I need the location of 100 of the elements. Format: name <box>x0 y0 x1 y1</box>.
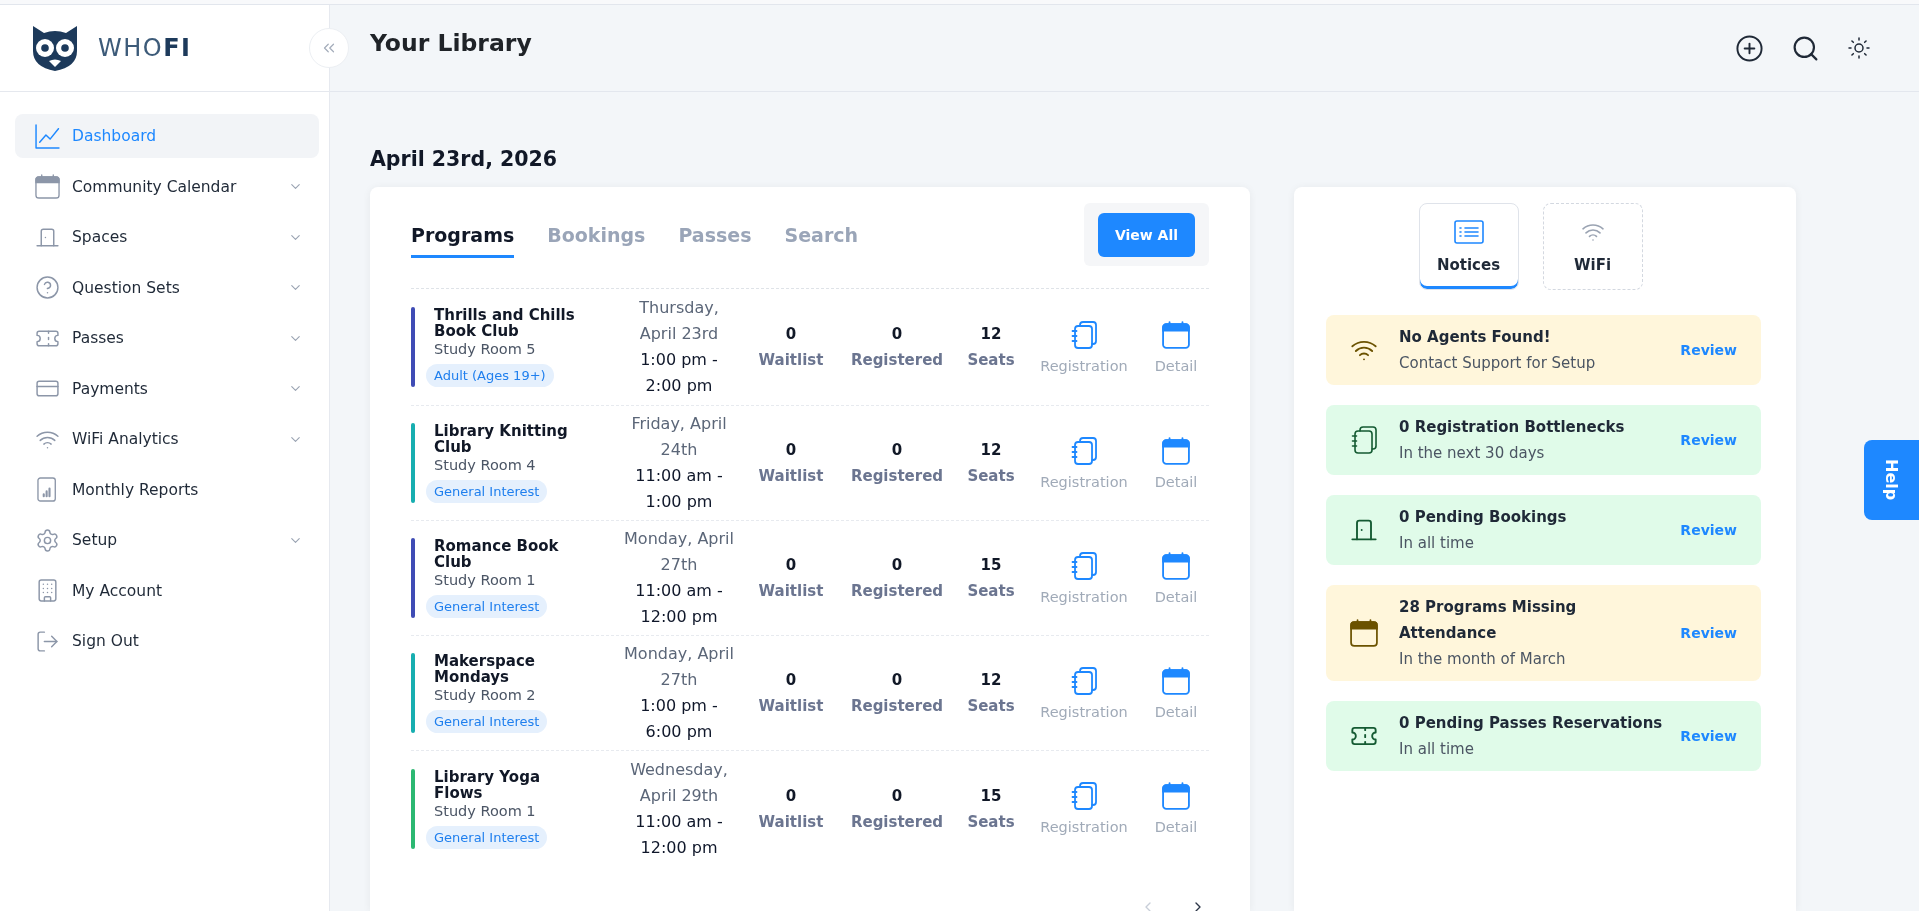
notice-title: No Agents Found! <box>1399 327 1552 348</box>
stat-label: Registered <box>850 581 944 602</box>
notice-subtitle: Contact Support for Setup <box>1399 353 1597 374</box>
review-link[interactable]: Review <box>1680 432 1737 448</box>
stat-label: Seats <box>967 811 1015 833</box>
notice-title: 0 Pending Bookings <box>1399 507 1568 528</box>
detail-button[interactable]: Detail <box>1154 782 1198 835</box>
stat-value: 0 <box>785 555 797 576</box>
review-link[interactable]: Review <box>1680 342 1737 358</box>
stat-label: Registered <box>850 811 944 833</box>
stat-label: Registered <box>850 696 944 717</box>
stat-label: Waitlist <box>758 581 824 602</box>
stat-label: Waitlist <box>758 696 824 717</box>
stat-value: 12 <box>980 670 1002 691</box>
review-link[interactable]: Review <box>1680 522 1737 538</box>
sidebar-item[interactable]: Question Sets <box>15 265 319 310</box>
calendar-icon <box>1162 436 1190 465</box>
stat-value: 0 <box>891 324 903 345</box>
stat-value: 0 <box>785 785 797 807</box>
category-tag: General Interest <box>426 595 548 618</box>
sign-out-icon <box>34 628 60 654</box>
stat-value: 0 <box>891 555 903 576</box>
logo-wordmark: WHOFI <box>98 34 192 62</box>
notice-subtitle: In all time <box>1399 533 1475 554</box>
program-time: 1:00 pm - 6:00 pm <box>639 695 719 743</box>
calendar-icon <box>34 174 60 199</box>
category-tag: General Interest <box>426 825 548 849</box>
stat-value: 15 <box>980 555 1002 576</box>
sidebar-item[interactable]: Setup <box>15 518 319 562</box>
detail-button[interactable]: Detail <box>1154 551 1198 605</box>
notebook-stack-icon <box>1070 320 1097 349</box>
notebook-stack-icon <box>1070 436 1097 465</box>
program-date: Friday, April 24th <box>630 413 728 461</box>
room-label: Study Room 1 <box>433 571 536 590</box>
sidebar-item[interactable]: Spaces <box>15 215 319 259</box>
stat-value: 0 <box>891 440 903 461</box>
sidebar-item[interactable]: Sign Out <box>15 619 319 663</box>
stat-value: 0 <box>891 670 903 691</box>
registration-button[interactable]: Registration <box>1040 436 1128 490</box>
detail-button[interactable]: Detail <box>1154 436 1198 490</box>
room-label: Study Room 5 <box>433 340 536 359</box>
notebook-stack-icon <box>1351 426 1377 454</box>
program-time: 11:00 am - 12:00 pm <box>634 810 724 859</box>
owl-logo-icon <box>30 24 80 72</box>
stat-label: Waitlist <box>758 466 824 487</box>
sun-icon[interactable] <box>1847 36 1871 60</box>
room-label: Study Room 4 <box>433 456 536 475</box>
program-title: Romance Book Club <box>433 538 560 570</box>
program-date: Monday, April 27th <box>623 528 735 576</box>
notebook-stack-icon <box>1070 666 1097 695</box>
detail-button[interactable]: Detail <box>1154 666 1198 720</box>
room-label: Study Room 1 <box>433 801 536 821</box>
sidebar-item[interactable]: WiFi Analytics <box>15 417 319 461</box>
date-heading: April 23rd, 2026 <box>370 147 559 171</box>
notice-tab[interactable]: WiFi <box>1542 203 1643 290</box>
notice-title: 28 Programs Missing Attendance <box>1399 597 1578 644</box>
room-label: Study Room 2 <box>433 686 536 705</box>
detail-button[interactable]: Detail <box>1154 320 1198 374</box>
stat-value: 12 <box>980 440 1002 461</box>
sidebar-item[interactable]: Dashboard <box>15 114 319 158</box>
sidebar-item[interactable]: Passes <box>15 316 319 360</box>
tab[interactable]: Programs <box>411 224 515 258</box>
stat-label: Seats <box>967 696 1015 717</box>
plus-circle-icon[interactable] <box>1735 33 1764 63</box>
sidebar-item[interactable]: Payments <box>15 366 319 411</box>
tab[interactable]: Search <box>784 224 859 258</box>
notebook-stack-icon <box>1070 551 1097 580</box>
settings-icon <box>34 527 60 553</box>
sidebar-item[interactable]: Monthly Reports <box>15 467 319 512</box>
program-date: Monday, April 27th <box>623 643 735 691</box>
registration-button[interactable]: Registration <box>1040 782 1128 835</box>
calendar-icon <box>1162 666 1190 695</box>
program-date: Thursday, April 23rd <box>638 297 720 345</box>
list-icon <box>1453 219 1484 244</box>
notice-tab[interactable]: Notices <box>1418 203 1519 290</box>
stat-value: 0 <box>785 670 797 691</box>
view-all-button[interactable]: View All <box>1097 212 1195 257</box>
category-tag: Adult (Ages 19+) <box>426 364 554 387</box>
category-tag: General Interest <box>426 710 548 733</box>
registration-button[interactable]: Registration <box>1040 320 1128 374</box>
stat-label: Seats <box>967 581 1015 602</box>
program-time: 1:00 pm - 2:00 pm <box>639 349 719 397</box>
stat-value: 0 <box>891 785 903 807</box>
sidebar-item[interactable]: My Account <box>15 568 319 613</box>
calendar-icon <box>1162 782 1190 810</box>
help-button[interactable]: Help <box>1864 440 1919 520</box>
stat-label: Waitlist <box>758 811 824 833</box>
review-link[interactable]: Review <box>1680 625 1737 641</box>
sidebar-item[interactable]: Community Calendar <box>15 164 319 209</box>
bar-report-icon <box>37 477 57 502</box>
tab[interactable]: Passes <box>678 224 752 258</box>
stat-value: 12 <box>980 324 1002 345</box>
line-chart-icon <box>34 123 60 149</box>
stat-label: Registered <box>850 466 944 487</box>
calendar-icon <box>1350 619 1378 647</box>
review-link[interactable]: Review <box>1680 728 1737 744</box>
registration-button[interactable]: Registration <box>1040 666 1128 720</box>
tab[interactable]: Bookings <box>547 224 646 258</box>
registration-button[interactable]: Registration <box>1040 551 1128 605</box>
stat-label: Seats <box>967 350 1015 371</box>
